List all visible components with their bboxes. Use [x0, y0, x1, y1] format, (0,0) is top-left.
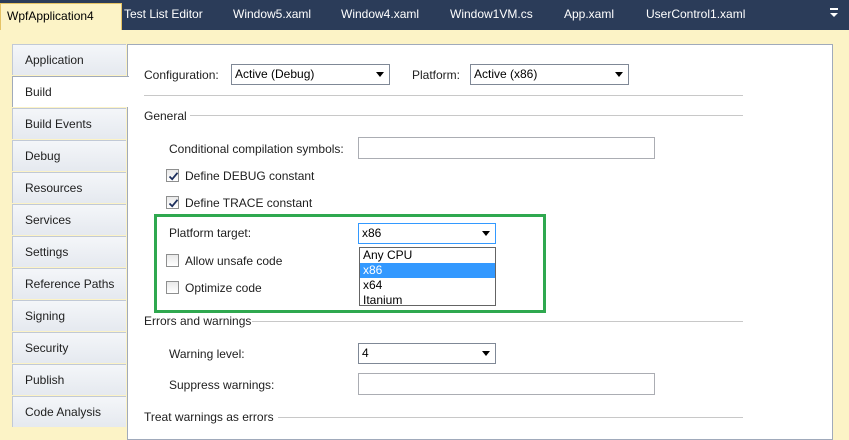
- sidebar-item-signing[interactable]: Signing: [12, 300, 126, 331]
- tab-overflow-dropdown-icon[interactable]: [828, 6, 840, 20]
- platform-option-x64[interactable]: x64: [360, 278, 495, 293]
- sidebar-item-application[interactable]: Application: [12, 44, 126, 75]
- sidebar-item-label: Publish: [25, 373, 65, 387]
- sidebar-item-label: Reference Paths: [25, 277, 115, 291]
- chevron-down-icon: [482, 231, 490, 236]
- optimize-code-checkbox[interactable]: [166, 281, 179, 294]
- properties-sidebar: Application Build Build Events Debug Res…: [12, 44, 129, 440]
- tab-window4-xaml[interactable]: Window4.xaml: [335, 2, 425, 27]
- sidebar-item-label: Application: [25, 53, 84, 67]
- sidebar-item-settings[interactable]: Settings: [12, 236, 126, 267]
- configuration-value: Active (Debug): [235, 67, 315, 81]
- sidebar-item-build[interactable]: Build: [12, 76, 129, 107]
- tab-label: WpfApplication4: [7, 9, 94, 23]
- check-icon: [168, 172, 179, 181]
- tab-window5-xaml[interactable]: Window5.xaml: [227, 2, 317, 27]
- tab-test-list-editor[interactable]: Test List Editor: [118, 2, 209, 27]
- chevron-down-icon: [615, 72, 623, 77]
- sidebar-item-label: Signing: [25, 309, 66, 323]
- sidebar-item-build-events[interactable]: Build Events: [12, 108, 126, 139]
- chevron-down-icon: [482, 351, 490, 356]
- sidebar-item-label: Build Events: [25, 117, 92, 131]
- allow-unsafe-checkbox[interactable]: [166, 254, 179, 267]
- treat-warnings-section-header: Treat warnings as errors: [144, 410, 274, 424]
- document-tab-strip: WpfApplication4 Test List Editor Window5…: [0, 0, 849, 30]
- sidebar-item-label: Settings: [25, 245, 69, 259]
- tab-label: UserControl1.xaml: [646, 7, 746, 21]
- suppress-warnings-input[interactable]: [358, 373, 655, 395]
- define-debug-checkbox[interactable]: [166, 169, 179, 182]
- option-label: x86: [363, 263, 383, 277]
- project-properties-frame: Application Build Build Events Debug Res…: [0, 30, 849, 440]
- general-section-header: General: [144, 109, 187, 123]
- sidebar-item-label: Services: [25, 213, 72, 227]
- platform-option-itanium[interactable]: Itanium: [360, 293, 495, 308]
- define-debug-label: Define DEBUG constant: [185, 169, 315, 183]
- warning-level-label: Warning level:: [169, 347, 245, 361]
- build-settings-panel: Configuration: Active (Debug) Platform: …: [127, 44, 833, 440]
- allow-unsafe-label: Allow unsafe code: [185, 254, 283, 268]
- general-section-line: [190, 115, 743, 116]
- errors-section-header: Errors and warnings: [144, 314, 252, 328]
- platform-target-dropdown-list: Any CPU x86 x64 Itanium: [359, 247, 496, 308]
- sidebar-item-services[interactable]: Services: [12, 204, 126, 235]
- define-trace-label: Define TRACE constant: [185, 196, 313, 210]
- configuration-combo[interactable]: Active (Debug): [231, 64, 390, 85]
- option-label: x64: [363, 278, 383, 292]
- treat-warnings-section-line: [278, 417, 743, 418]
- tab-label: Window5.xaml: [233, 7, 312, 21]
- suppress-warnings-label: Suppress warnings:: [169, 378, 275, 392]
- tab-label: Test List Editor: [124, 7, 203, 21]
- platform-target-label: Platform target:: [169, 226, 252, 240]
- platform-option-x86[interactable]: x86: [360, 263, 495, 278]
- tab-label: Window1VM.cs: [450, 7, 533, 21]
- sidebar-item-publish[interactable]: Publish: [12, 364, 126, 395]
- option-label: Itanium: [363, 293, 403, 307]
- sidebar-item-label: Resources: [25, 181, 83, 195]
- platform-value: Active (x86): [474, 67, 538, 81]
- tab-label: Window4.xaml: [341, 7, 420, 21]
- tab-app-xaml[interactable]: App.xaml: [558, 2, 620, 27]
- tab-label: App.xaml: [564, 7, 615, 21]
- platform-target-value: x86: [362, 226, 382, 240]
- conditional-symbols-label: Conditional compilation symbols:: [169, 142, 344, 156]
- platform-label: Platform:: [412, 68, 461, 82]
- sidebar-item-security[interactable]: Security: [12, 332, 126, 363]
- sidebar-item-label: Build: [25, 85, 52, 99]
- tab-wpfapplication4[interactable]: WpfApplication4: [0, 3, 122, 30]
- platform-option-any-cpu[interactable]: Any CPU: [360, 248, 495, 263]
- warning-level-combo[interactable]: 4: [358, 343, 496, 364]
- sidebar-item-resources[interactable]: Resources: [12, 172, 126, 203]
- chevron-down-icon: [376, 72, 384, 77]
- warning-level-value: 4: [362, 346, 369, 360]
- sidebar-item-label: Security: [25, 341, 69, 355]
- config-divider: [144, 95, 743, 96]
- sidebar-item-label: Debug: [25, 149, 61, 163]
- check-icon: [168, 199, 179, 208]
- sidebar-item-debug[interactable]: Debug: [12, 140, 126, 171]
- option-label: Any CPU: [363, 248, 413, 262]
- sidebar-item-reference-paths[interactable]: Reference Paths: [12, 268, 126, 299]
- optimize-code-label: Optimize code: [185, 281, 262, 295]
- platform-target-combo[interactable]: x86: [358, 223, 496, 244]
- define-trace-checkbox[interactable]: [166, 196, 179, 209]
- sidebar-item-code-analysis[interactable]: Code Analysis: [12, 396, 126, 427]
- configuration-label: Configuration:: [144, 68, 219, 82]
- tab-window1vm-cs[interactable]: Window1VM.cs: [444, 2, 539, 27]
- conditional-symbols-input[interactable]: [358, 137, 655, 159]
- tab-usercontrol1-xaml[interactable]: UserControl1.xaml: [640, 2, 751, 27]
- sidebar-item-label: Code Analysis: [25, 405, 102, 419]
- platform-combo[interactable]: Active (x86): [470, 64, 629, 85]
- errors-section-line: [252, 321, 743, 322]
